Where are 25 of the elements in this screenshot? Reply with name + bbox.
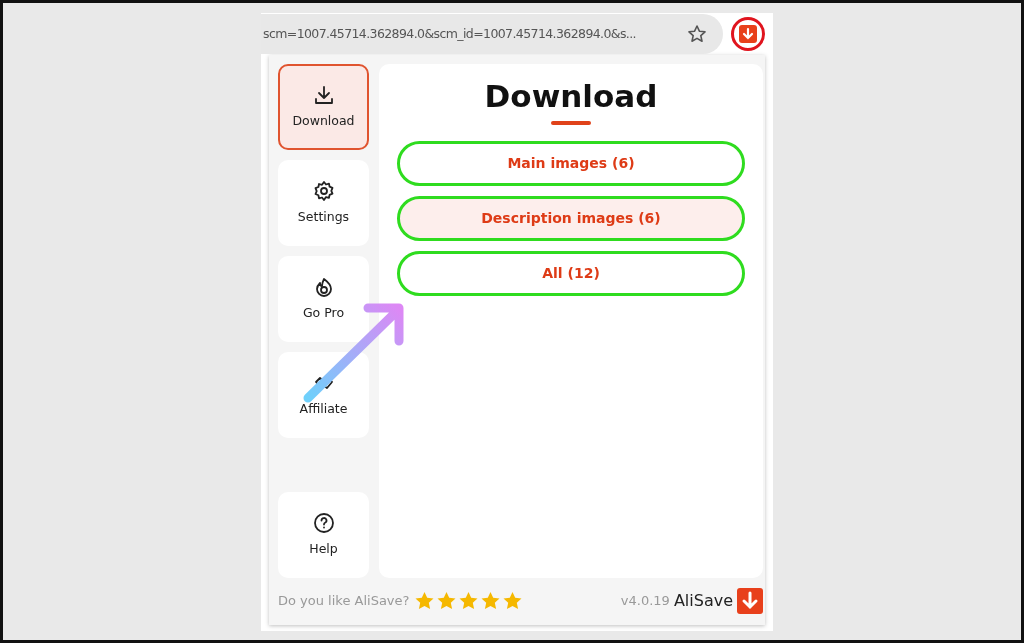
panel-title: Download — [484, 78, 658, 116]
address-bar[interactable]: scm=1007.45714.362894.0&scm_id=1007.45714.362894.0&s... — [261, 14, 723, 54]
star-icon[interactable] — [502, 590, 524, 611]
sidebar-tab[interactable]: Settings — [278, 160, 369, 246]
title-underline — [551, 121, 591, 126]
star-icon[interactable] — [480, 590, 502, 611]
help-icon — [312, 511, 335, 534]
download-button[interactable]: Main images (6) — [397, 141, 745, 187]
download-icon — [312, 83, 335, 106]
sidebar-tab[interactable]: Help — [278, 492, 369, 578]
star-icon[interactable] — [414, 590, 436, 611]
sidebar-tab[interactable]: Download — [278, 64, 369, 150]
url-text: scm=1007.45714.362894.0&scm_id=1007.45714.362894.0&s... — [263, 24, 637, 43]
sidebar-tab[interactable]: Go Pro — [278, 256, 369, 342]
star-icon[interactable] — [436, 590, 458, 611]
settings-icon — [312, 179, 335, 202]
star-icon[interactable] — [687, 24, 707, 44]
sidebar-tab[interactable]: Affiliate — [278, 352, 369, 438]
download-button[interactable]: Description images (6) — [397, 196, 745, 242]
brand-name: AliSave — [673, 589, 733, 612]
rating-question: Do you like AliSave? — [278, 591, 410, 610]
version-text: v4.0.19 — [620, 591, 670, 610]
extension-icon[interactable] — [739, 25, 757, 43]
star-icon[interactable] — [458, 590, 480, 611]
download-button[interactable]: All (12) — [397, 251, 745, 297]
